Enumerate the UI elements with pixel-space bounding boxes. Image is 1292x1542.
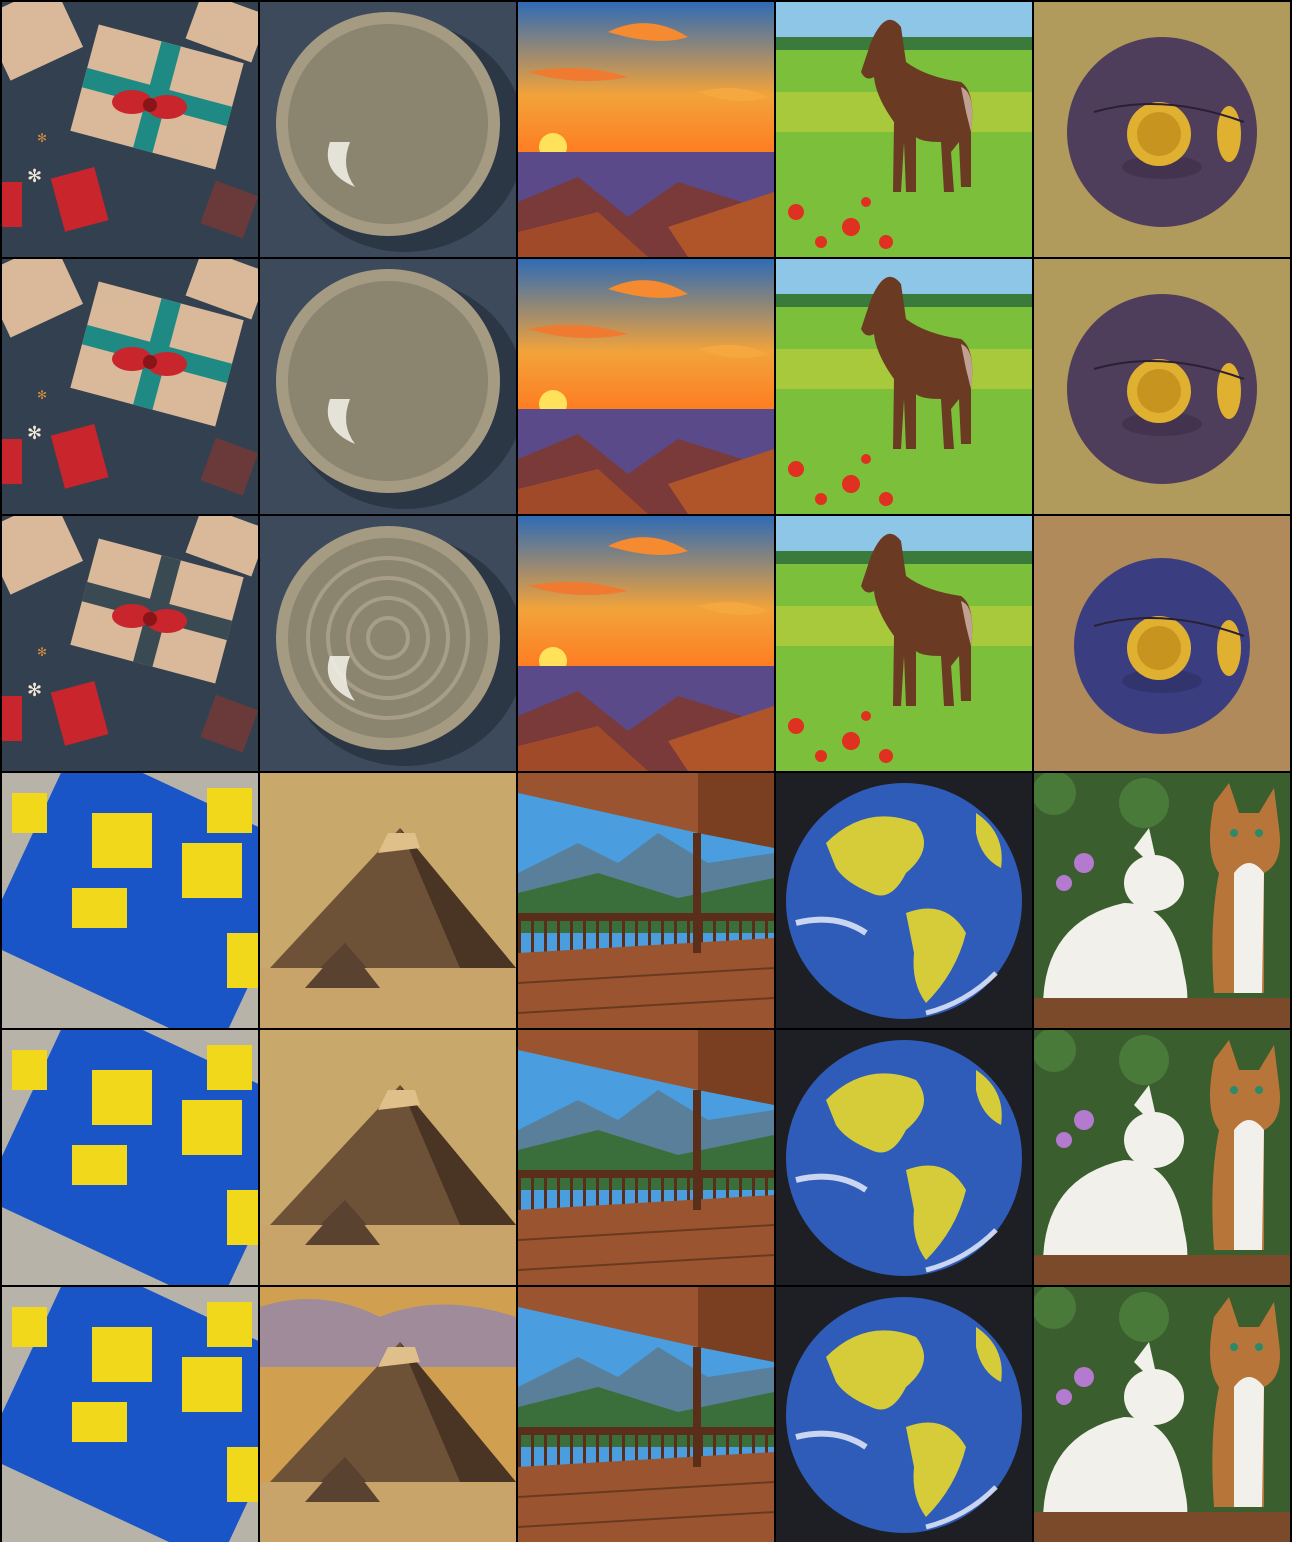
gift-boxes-illustration: ✻ ✻ <box>2 516 258 771</box>
horse-meadow-image <box>776 516 1032 771</box>
horse-in-meadow-illustration <box>776 516 1032 771</box>
ceramic-bowl-image <box>260 516 516 771</box>
ceramic-bowl-illustration <box>260 2 516 257</box>
svg-text:✻: ✻ <box>37 645 47 659</box>
ceramic-bowl-image <box>260 2 516 257</box>
gift-boxes-illustration: ✻ ✻ <box>2 2 258 257</box>
mountain-deck-illustration <box>518 1287 774 1542</box>
two-cats-illustration <box>1034 1287 1290 1542</box>
purple-orb-image <box>1034 259 1290 514</box>
image-grid: ✻ ✻ ✻ ✻ ✻ ✻ <box>0 0 1292 1542</box>
svg-text:✻: ✻ <box>27 423 42 444</box>
earth-globe-image <box>776 773 1032 1028</box>
storage-bin-image <box>2 773 258 1028</box>
canyon-sunset-image <box>518 2 774 257</box>
mountain-deck-illustration <box>518 1030 774 1285</box>
horse-in-meadow-illustration <box>776 259 1032 514</box>
two-cats-illustration <box>1034 773 1290 1028</box>
pyramid-image <box>260 1030 516 1285</box>
svg-text:✻: ✻ <box>37 131 47 145</box>
two-cats-image <box>1034 1030 1290 1285</box>
canyon-sunset-illustration <box>518 259 774 514</box>
pyramid-illustration <box>260 1030 516 1285</box>
blue-storage-bin-illustration <box>2 773 258 1028</box>
earth-globe-image <box>776 1287 1032 1542</box>
pyramid-illustration <box>260 773 516 1028</box>
storage-bin-image <box>2 1030 258 1285</box>
gift-boxes-image: ✻ ✻ <box>2 2 258 257</box>
ceramic-bowl-illustration <box>260 516 516 771</box>
earth-globe-illustration <box>776 1287 1032 1542</box>
two-cats-image <box>1034 1287 1290 1542</box>
blue-storage-bin-illustration <box>2 1287 258 1542</box>
mountain-deck-image <box>518 773 774 1028</box>
horse-meadow-image <box>776 259 1032 514</box>
gift-boxes-image: ✻ ✻ <box>2 259 258 514</box>
canyon-sunset-illustration <box>518 516 774 771</box>
mountain-deck-image <box>518 1030 774 1285</box>
ceramic-bowl-image <box>260 259 516 514</box>
pyramid-image <box>260 1287 516 1542</box>
purple-orb-image <box>1034 2 1290 257</box>
earth-globe-image <box>776 1030 1032 1285</box>
two-cats-illustration <box>1034 1030 1290 1285</box>
svg-text:✻: ✻ <box>27 166 42 187</box>
svg-text:✻: ✻ <box>37 388 47 402</box>
svg-text:✻: ✻ <box>27 680 42 701</box>
earth-globe-illustration <box>776 773 1032 1028</box>
storage-bin-image <box>2 1287 258 1542</box>
pyramid-illustration <box>260 1287 516 1542</box>
two-cats-image <box>1034 773 1290 1028</box>
purple-orb-image <box>1034 516 1290 771</box>
canyon-sunset-image <box>518 259 774 514</box>
pyramid-image <box>260 773 516 1028</box>
canyon-sunset-image <box>518 516 774 771</box>
canyon-sunset-illustration <box>518 2 774 257</box>
gift-boxes-illustration: ✻ ✻ <box>2 259 258 514</box>
horse-in-meadow-illustration <box>776 2 1032 257</box>
earth-globe-illustration <box>776 1030 1032 1285</box>
blue-storage-bin-illustration <box>2 1030 258 1285</box>
gift-boxes-image: ✻ ✻ <box>2 516 258 771</box>
purple-orb-illustration <box>1034 516 1290 771</box>
mountain-deck-image <box>518 1287 774 1542</box>
mountain-deck-illustration <box>518 773 774 1028</box>
horse-meadow-image <box>776 2 1032 257</box>
purple-orb-illustration <box>1034 2 1290 257</box>
ceramic-bowl-illustration <box>260 259 516 514</box>
purple-orb-illustration <box>1034 259 1290 514</box>
